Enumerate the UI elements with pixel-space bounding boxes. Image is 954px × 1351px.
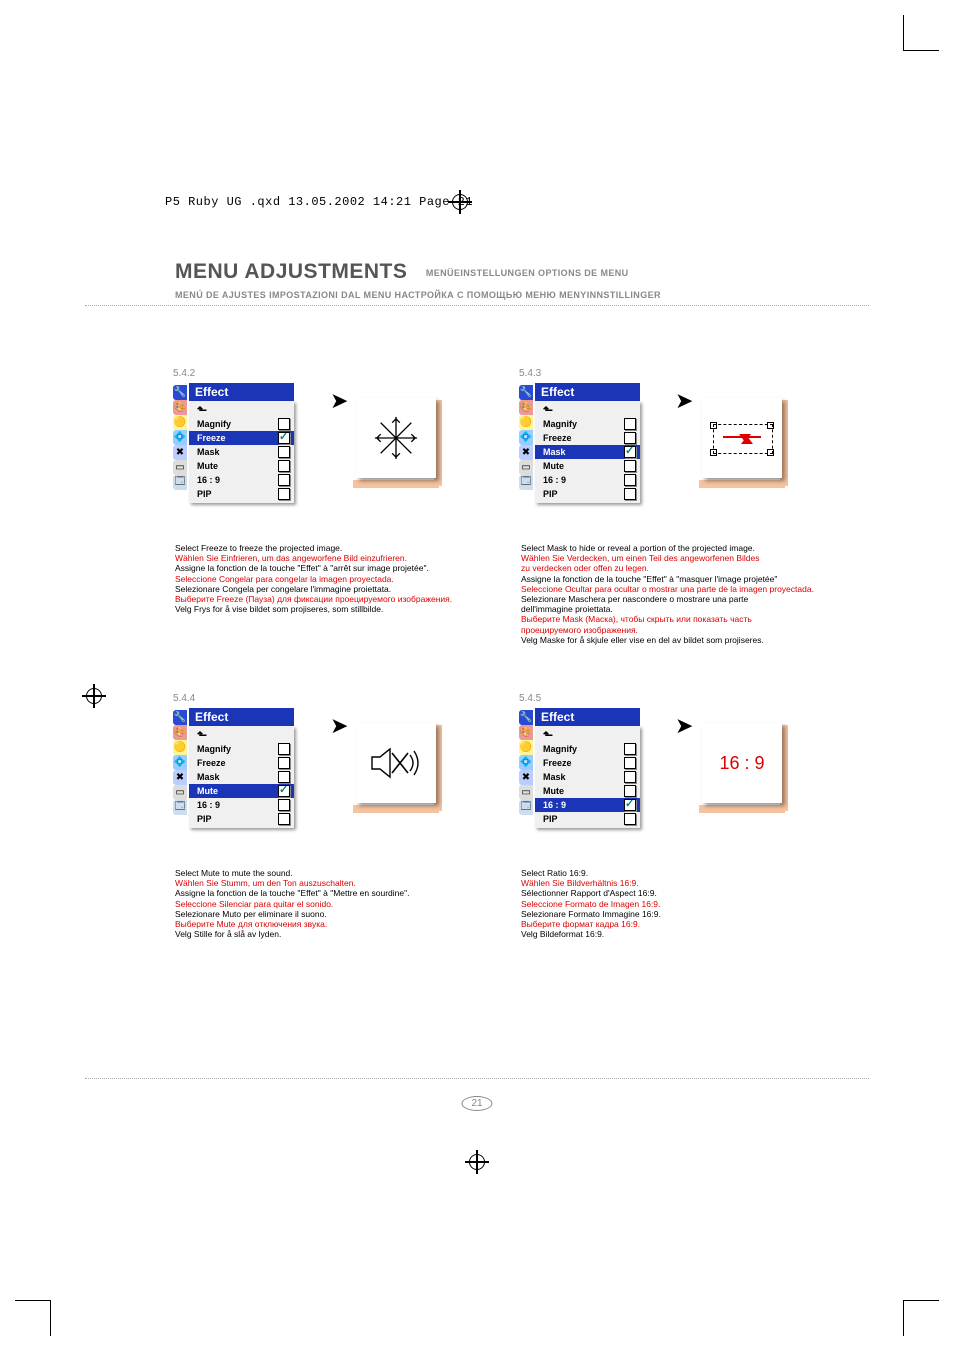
menu-item-pip: PIP [535,812,640,826]
subtitle-row2: MENÚ DE AJUSTES IMPOSTAZIONI DAL MENU НА… [175,290,661,300]
effect-menu: 🔧 🎨 🟡 💠 ✖ ▭ 🗔 Effect ⬑ Magnify Freeze Ma… [173,383,294,503]
arrow-right-icon: ➤ [330,388,348,414]
menu-item-pip: PIP [189,487,294,501]
menu-item-mute: Mute [535,784,640,798]
menu-item-freeze: Freeze [189,756,294,770]
slug-line: P5 Ruby UG .qxd 13.05.2002 14:21 Page 21 [165,195,473,209]
page: P5 Ruby UG .qxd 13.05.2002 14:21 Page 21… [0,0,954,1351]
menu-title: Effect [535,383,640,401]
ratio-icon: 16 : 9 [702,723,782,803]
menu-item-ratio: 16 : 9 [535,473,640,487]
section-number: 5.4.4 [173,693,523,704]
effect-menu: 🔧🎨 🟡💠 ✖▭ 🗔 Effect ⬑ Magnify Freeze Mask … [173,708,294,828]
menu-item-mask: Mask [189,770,294,784]
menu-item-pip: PIP [189,812,294,826]
section-545: 5.4.5 🔧🎨 🟡💠 ✖▭ 🗔 Effect ⬑ Magnify Freeze… [519,693,869,828]
menu-item-ratio: 16 : 9 [535,798,640,812]
registration-mark-icon [82,684,106,708]
registration-mark-icon [448,190,472,214]
crop-mark-icon [15,1300,51,1336]
menu-title: Effect [189,708,294,726]
menu-tabs: 🔧 🎨 🟡 💠 ✖ ▭ 🗔 [173,385,189,503]
page-header: MENU ADJUSTMENTS MENÜEINSTELLUNGEN OPTIO… [175,260,661,300]
section-number: 5.4.2 [173,368,523,379]
description-542: Select Freeze to freeze the projected im… [175,543,485,614]
menu-item-mask: Mask [535,445,640,459]
menu-item-mute: Mute [535,459,640,473]
back-icon: ⬑ [189,403,294,417]
ratio-text: 16 : 9 [719,753,764,774]
effect-menu: 🔧🎨 🟡💠 ✖▭ 🗔 Effect ⬑ Magnify Freeze Mask … [519,383,640,503]
description-543: Select Mask to hide or reveal a portion … [521,543,851,645]
menu-title: Effect [535,708,640,726]
crop-mark-icon [903,1300,939,1336]
back-icon: ⬑ [535,728,640,742]
section-543: 5.4.3 🔧🎨 🟡💠 ✖▭ 🗔 Effect ⬑ Magnify Freeze… [519,368,869,503]
mute-icon [356,723,436,803]
subtitle-row1: MENÜEINSTELLUNGEN OPTIONS DE MENU [426,268,629,278]
page-number: 21 [461,1093,492,1111]
menu-item-mute: Mute [189,459,294,473]
back-icon: ⬑ [535,403,640,417]
divider [85,1078,869,1079]
description-544: Select Mute to mute the sound.Wählen Sie… [175,868,485,939]
menu-item-magnify: Magnify [535,742,640,756]
menu-item-ratio: 16 : 9 [189,473,294,487]
menu-item-freeze: Freeze [189,431,294,445]
strip [699,480,785,488]
crop-mark-icon [903,15,939,51]
menu-item-mask: Mask [189,445,294,459]
page-title: MENU ADJUSTMENTS [175,260,407,283]
menu-item-ratio: 16 : 9 [189,798,294,812]
registration-mark-icon [465,1150,489,1174]
menu-item-freeze: Freeze [535,431,640,445]
strip [353,480,439,488]
menu-item-freeze: Freeze [535,756,640,770]
arrow-right-icon: ➤ [330,713,348,739]
strip [699,805,785,813]
snowflake-icon [356,398,436,478]
section-number: 5.4.3 [519,368,869,379]
mask-icon [702,398,782,478]
arrow-right-icon: ➤ [675,388,693,414]
arrow-right-icon: ➤ [675,713,693,739]
menu-item-mask: Mask [535,770,640,784]
strip [353,805,439,813]
back-icon: ⬑ [189,728,294,742]
menu-item-magnify: Magnify [189,417,294,431]
menu-item-mute: Mute [189,784,294,798]
menu-item-pip: PIP [535,487,640,501]
menu-title: Effect [189,383,294,401]
section-number: 5.4.5 [519,693,869,704]
divider [85,305,869,306]
menu-item-magnify: Magnify [189,742,294,756]
menu-item-magnify: Magnify [535,417,640,431]
effect-menu: 🔧🎨 🟡💠 ✖▭ 🗔 Effect ⬑ Magnify Freeze Mask … [519,708,640,828]
description-545: Select Ratio 16:9.Wählen Sie Bildverhält… [521,868,831,939]
